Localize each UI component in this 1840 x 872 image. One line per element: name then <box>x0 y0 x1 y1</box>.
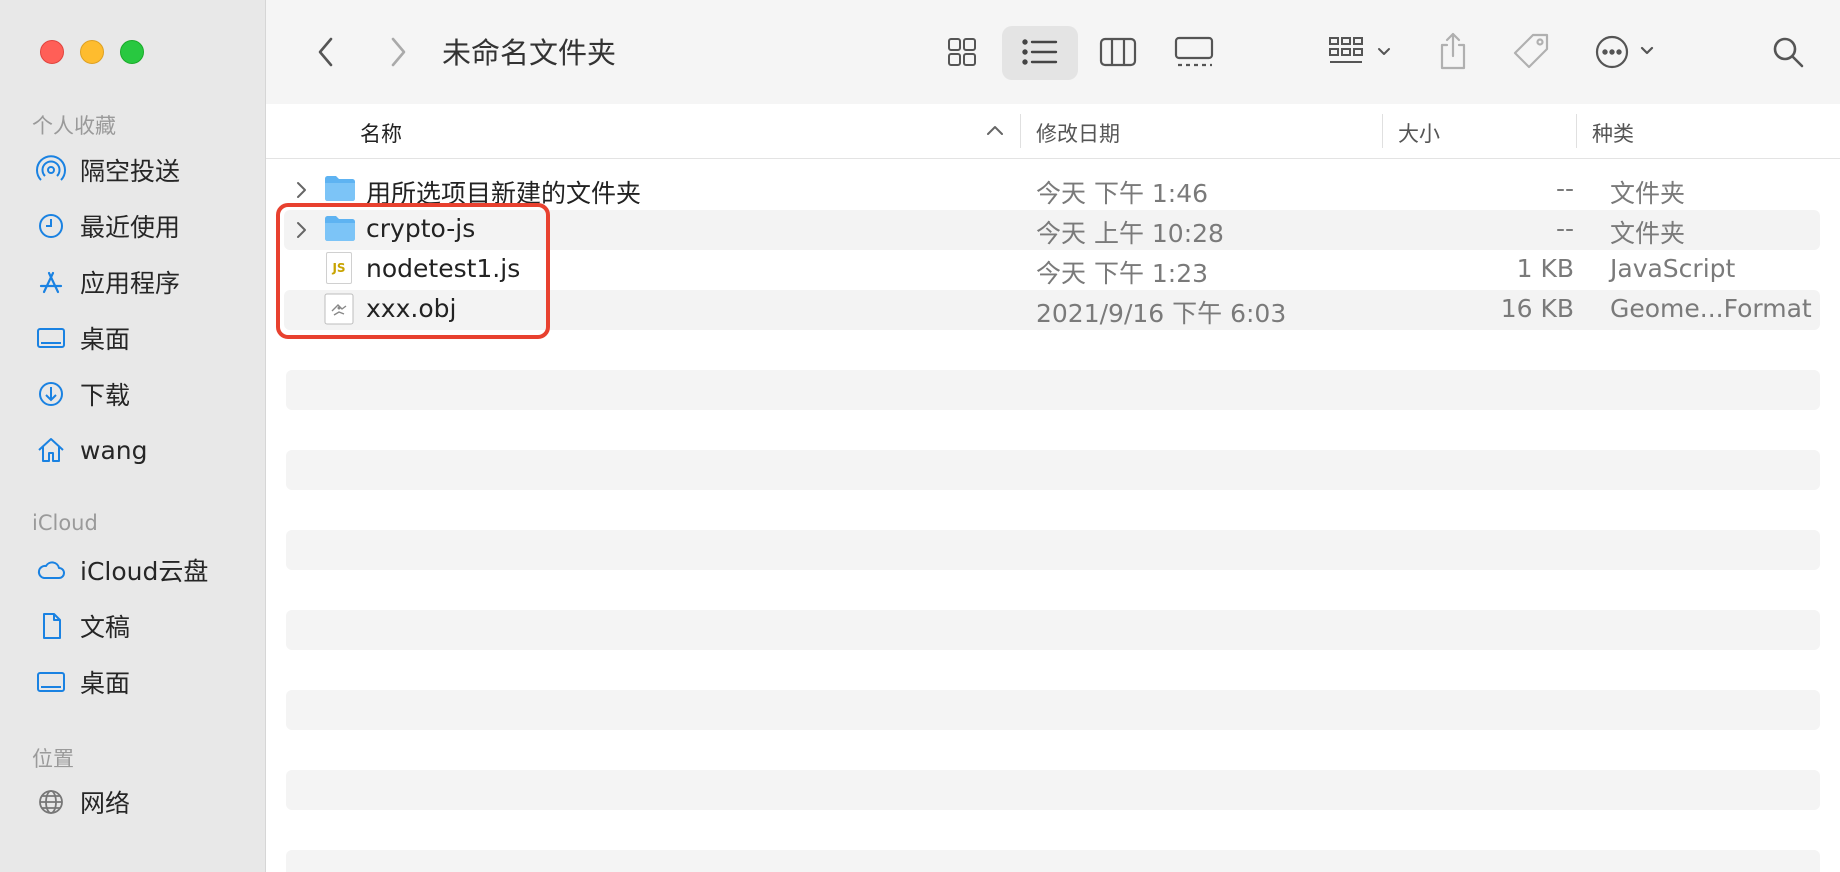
file-size: 1 KB <box>1516 254 1574 283</box>
empty-row <box>286 850 1820 872</box>
search-button[interactable] <box>1766 30 1810 74</box>
file-size: -- <box>1555 174 1574 203</box>
column-divider[interactable] <box>1020 114 1021 148</box>
cloud-icon <box>37 561 65 579</box>
chevron-left-icon <box>318 37 333 67</box>
sidebar-item-network[interactable]: 网络 <box>36 782 130 822</box>
group-icon <box>1329 37 1390 63</box>
column-kind-label: 种类 <box>1592 122 1634 146</box>
sidebar-item-recents[interactable]: 最近使用 <box>36 206 180 246</box>
empty-row <box>286 370 1820 410</box>
folder-icon <box>325 176 355 201</box>
file-kind: JavaScript <box>1610 254 1736 283</box>
column-divider[interactable] <box>1576 114 1577 148</box>
window-title: 未命名文件夹 <box>442 36 617 70</box>
document-icon <box>43 613 61 639</box>
sidebar-item-desktop[interactable]: 桌面 <box>36 318 130 358</box>
column-header: 名称 修改日期 大小 种类 <box>266 104 1840 159</box>
column-size-header[interactable]: 大小 <box>1398 118 1440 148</box>
sidebar-item-label: 隔空投送 <box>80 157 181 186</box>
sidebar-section-locations: 位置 <box>32 747 74 771</box>
group-by-button[interactable] <box>1326 30 1400 74</box>
minimize-button[interactable] <box>80 40 104 64</box>
share-icon <box>1440 32 1466 70</box>
sidebar: 个人收藏 隔空投送 最近使用 应用程序 桌面 下载 wang iCloud iC… <box>0 0 266 872</box>
chevron-right-icon[interactable] <box>294 179 308 201</box>
sidebar-item-airdrop[interactable]: 隔空投送 <box>36 150 180 190</box>
more-actions-button[interactable] <box>1592 30 1666 74</box>
airdrop-icon <box>36 155 66 181</box>
download-icon <box>39 382 63 406</box>
file-kind: 文件夹 <box>1610 179 1686 208</box>
sidebar-item-label: 桌面 <box>80 325 131 354</box>
sidebar-item-applications[interactable]: 应用程序 <box>36 262 180 302</box>
search-icon <box>1773 37 1804 68</box>
list-icon <box>1022 39 1058 65</box>
empty-row <box>286 770 1820 810</box>
gallery-view-button[interactable] <box>1172 32 1216 72</box>
tag-icon <box>1513 33 1549 69</box>
more-icon <box>1595 35 1654 69</box>
sidebar-section-icloud: iCloud <box>32 511 98 535</box>
sidebar-item-label: 网络 <box>80 789 131 818</box>
column-name-header[interactable]: 名称 <box>360 118 402 148</box>
icon-view-button[interactable] <box>942 32 982 72</box>
annotation-highlight-box <box>276 203 550 339</box>
sidebar-item-label: 应用程序 <box>80 269 181 298</box>
sidebar-item-label: iCloud云盘 <box>80 557 209 586</box>
sidebar-item-label: 下载 <box>80 381 131 410</box>
column-divider[interactable] <box>1382 114 1383 148</box>
sidebar-item-documents[interactable]: 文稿 <box>36 606 130 646</box>
sidebar-item-icloud-drive[interactable]: iCloud云盘 <box>36 550 208 590</box>
tag-button[interactable] <box>1508 28 1554 74</box>
column-size-label: 大小 <box>1398 122 1440 146</box>
file-date: 今天 下午 1:46 <box>1036 179 1209 208</box>
toolbar: 未命名文件夹 <box>266 0 1840 105</box>
desktop-icon <box>37 672 65 692</box>
forward-button[interactable] <box>378 32 418 72</box>
file-size: -- <box>1555 214 1574 243</box>
file-date: 2021/9/16 下午 6:03 <box>1036 299 1287 328</box>
sidebar-item-downloads[interactable]: 下载 <box>36 374 130 414</box>
sidebar-item-label: 桌面 <box>80 669 131 698</box>
empty-row <box>286 610 1820 650</box>
file-size: 16 KB <box>1500 294 1574 323</box>
file-kind: Geome...Format <box>1610 294 1812 323</box>
columns-icon <box>1099 37 1137 67</box>
home-icon <box>38 438 64 462</box>
applications-icon <box>39 271 63 294</box>
close-button[interactable] <box>40 40 64 64</box>
sort-ascending-icon[interactable] <box>986 124 1004 136</box>
globe-icon <box>39 790 63 814</box>
sidebar-item-label: wang <box>80 435 148 465</box>
zoom-button[interactable] <box>120 40 144 64</box>
share-button[interactable] <box>1432 26 1474 76</box>
column-view-button[interactable] <box>1096 32 1140 72</box>
sidebar-item-icloud-desktop[interactable]: 桌面 <box>36 662 130 702</box>
back-button[interactable] <box>306 32 346 72</box>
sidebar-section-favorites: 个人收藏 <box>32 114 116 138</box>
finder-window: 个人收藏 隔空投送 最近使用 应用程序 桌面 下载 wang iCloud iC… <box>0 0 1840 872</box>
empty-row <box>286 690 1820 730</box>
file-date: 今天 下午 1:23 <box>1036 259 1209 288</box>
window-controls <box>40 40 144 64</box>
file-kind: 文件夹 <box>1610 219 1686 248</box>
empty-row <box>286 450 1820 490</box>
grid-icon <box>948 38 976 66</box>
sidebar-item-home[interactable]: wang <box>36 430 147 470</box>
file-date: 今天 上午 10:28 <box>1036 219 1224 248</box>
chevron-right-icon <box>391 37 406 67</box>
desktop-icon <box>37 328 65 348</box>
column-date-header[interactable]: 修改日期 <box>1036 118 1120 148</box>
list-view-button[interactable] <box>1018 32 1062 72</box>
empty-row <box>286 530 1820 570</box>
sidebar-item-label: 文稿 <box>80 613 131 642</box>
gallery-icon <box>1174 36 1214 67</box>
clock-icon <box>39 214 63 238</box>
column-date-label: 修改日期 <box>1036 122 1120 146</box>
column-name-label: 名称 <box>360 122 402 146</box>
column-kind-header[interactable]: 种类 <box>1592 118 1634 148</box>
sidebar-item-label: 最近使用 <box>80 213 181 242</box>
